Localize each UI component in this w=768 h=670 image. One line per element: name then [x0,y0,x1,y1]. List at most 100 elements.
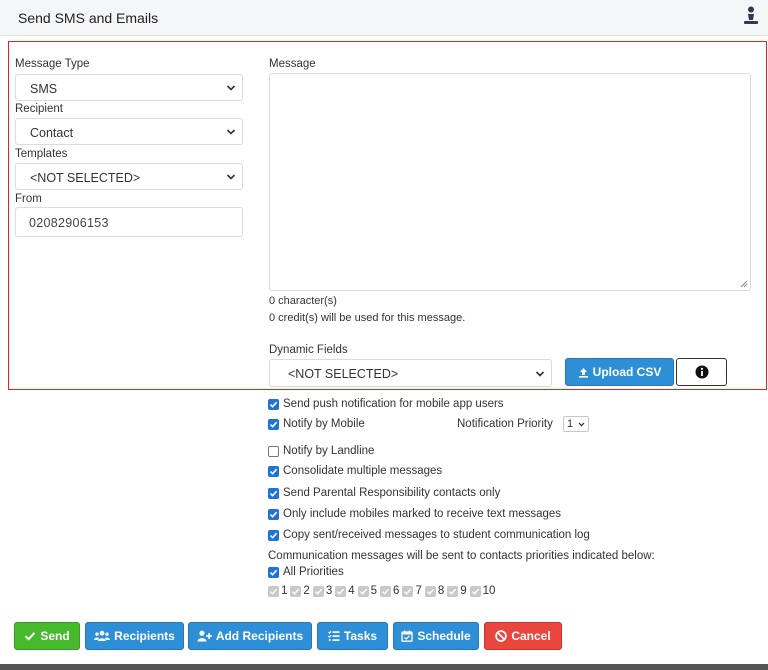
priority-item: 1 [268,585,287,597]
check-icon [269,421,278,428]
checkbox[interactable] [268,508,279,520]
check-icon [270,588,278,595]
all-priorities-label: All Priorities [283,566,344,578]
resize-grip-icon[interactable] [740,280,748,288]
schedule-button[interactable]: Schedule [393,622,479,650]
checkbox[interactable] [268,529,279,541]
recipient-value: Contact [30,126,74,140]
priorities-note: Communication messages will be sent to c… [268,550,655,562]
parental-label: Send Parental Responsibility contacts on… [283,487,501,499]
check-icon [269,532,278,539]
checkbox[interactable] [268,487,279,499]
notify-mobile-option[interactable]: Notify by Mobile [268,416,365,432]
checkbox [424,585,436,597]
copy-log-option[interactable]: Copy sent/received messages to student c… [268,527,590,543]
priority-label: 7 [415,585,422,597]
credit-info: 0 credit(s) will be used for this messag… [269,312,466,324]
upload-csv-label: Upload CSV [592,365,662,379]
only-mobiles-option[interactable]: Only include mobiles marked to receive t… [268,506,561,522]
users-icon [94,630,111,641]
priority-list: 1 2 3 4 5 6 7 8 9 10 [268,585,498,597]
calendar-icon [401,630,413,642]
only-mobiles-label: Only include mobiles marked to receive t… [283,508,562,520]
templates-select[interactable]: <NOT SELECTED> [15,163,243,190]
check-icon [292,588,300,595]
message-type-select[interactable]: SMS [15,74,243,101]
check-icon [359,588,367,595]
priority-label: 2 [303,585,310,597]
message-textarea[interactable] [269,73,751,291]
consolidate-option[interactable]: Consolidate multiple messages [268,463,442,479]
recipients-button[interactable]: Recipients [85,622,184,650]
list-check-icon [327,630,340,641]
notification-priority-select[interactable]: 1 [563,416,589,432]
add-recipients-label: Add Recipients [215,629,304,643]
message-type-label: Message Type [15,58,90,70]
checkbox[interactable] [268,445,279,457]
person-icon[interactable] [742,6,760,26]
upload-csv-button[interactable]: Upload CSV [565,358,674,386]
checkbox [290,585,302,597]
check-icon [269,569,278,576]
check-icon [269,490,278,497]
priority-item: 9 [447,585,467,597]
message-label: Message [269,58,316,70]
send-label: Send [40,629,70,643]
from-label: From [15,193,42,205]
checkbox [469,585,481,597]
chevron-down-icon [535,371,545,377]
check-icon [449,588,457,595]
priority-item: 7 [402,585,422,597]
checkbox [402,585,414,597]
add-recipients-button[interactable]: Add Recipients [188,622,312,650]
priority-label: 10 [482,585,496,597]
notify-landline-option[interactable]: Notify by Landline [268,443,374,459]
priority-label: 6 [393,585,400,597]
cancel-button[interactable]: Cancel [484,622,562,650]
parental-option[interactable]: Send Parental Responsibility contacts on… [268,485,500,501]
notification-priority-value: 1 [567,418,574,430]
push-notification-option[interactable]: Send push notification for mobile app us… [268,396,504,412]
recipient-select[interactable]: Contact [15,118,243,145]
panel-title: Send SMS and Emails [18,10,159,26]
check-icon [382,588,390,595]
check-icon [269,401,278,408]
chevron-down-icon [226,129,236,135]
check-icon [269,511,278,518]
consolidate-label: Consolidate multiple messages [283,465,443,477]
checkbox [447,585,459,597]
checkbox [312,585,324,597]
from-field[interactable]: 02082906153 [15,207,243,237]
checkbox[interactable] [268,398,279,410]
all-priorities-option[interactable]: All Priorities [268,564,344,580]
priority-item: 4 [335,585,355,597]
chevron-down-icon [578,422,585,427]
character-count: 0 character(s) [269,295,337,307]
checkbox[interactable] [268,418,279,430]
copy-log-label: Copy sent/received messages to student c… [283,529,590,541]
checkbox[interactable] [268,566,279,578]
checkbox [335,585,347,597]
priority-item: 6 [380,585,399,597]
schedule-label: Schedule [417,629,471,643]
notify-landline-label: Notify by Landline [283,445,375,457]
checkbox [268,585,279,597]
window-bottom-border [0,664,768,670]
tasks-button[interactable]: Tasks [317,622,388,650]
checkbox[interactable] [268,465,279,477]
priority-label: 5 [370,585,378,597]
send-button[interactable]: Send [14,622,80,650]
checkbox [357,585,369,597]
check-icon [404,588,412,595]
info-button[interactable] [676,358,727,386]
check-icon [269,468,278,475]
upload-icon [578,367,588,378]
check-icon [25,632,36,641]
priority-label: 1 [281,585,288,597]
check-icon [314,588,322,595]
ban-icon [495,630,508,642]
dynamic-fields-select[interactable]: <NOT SELECTED> [269,359,552,387]
priority-item: 8 [424,585,444,597]
priority-label: 9 [460,585,467,597]
check-icon [426,588,434,595]
